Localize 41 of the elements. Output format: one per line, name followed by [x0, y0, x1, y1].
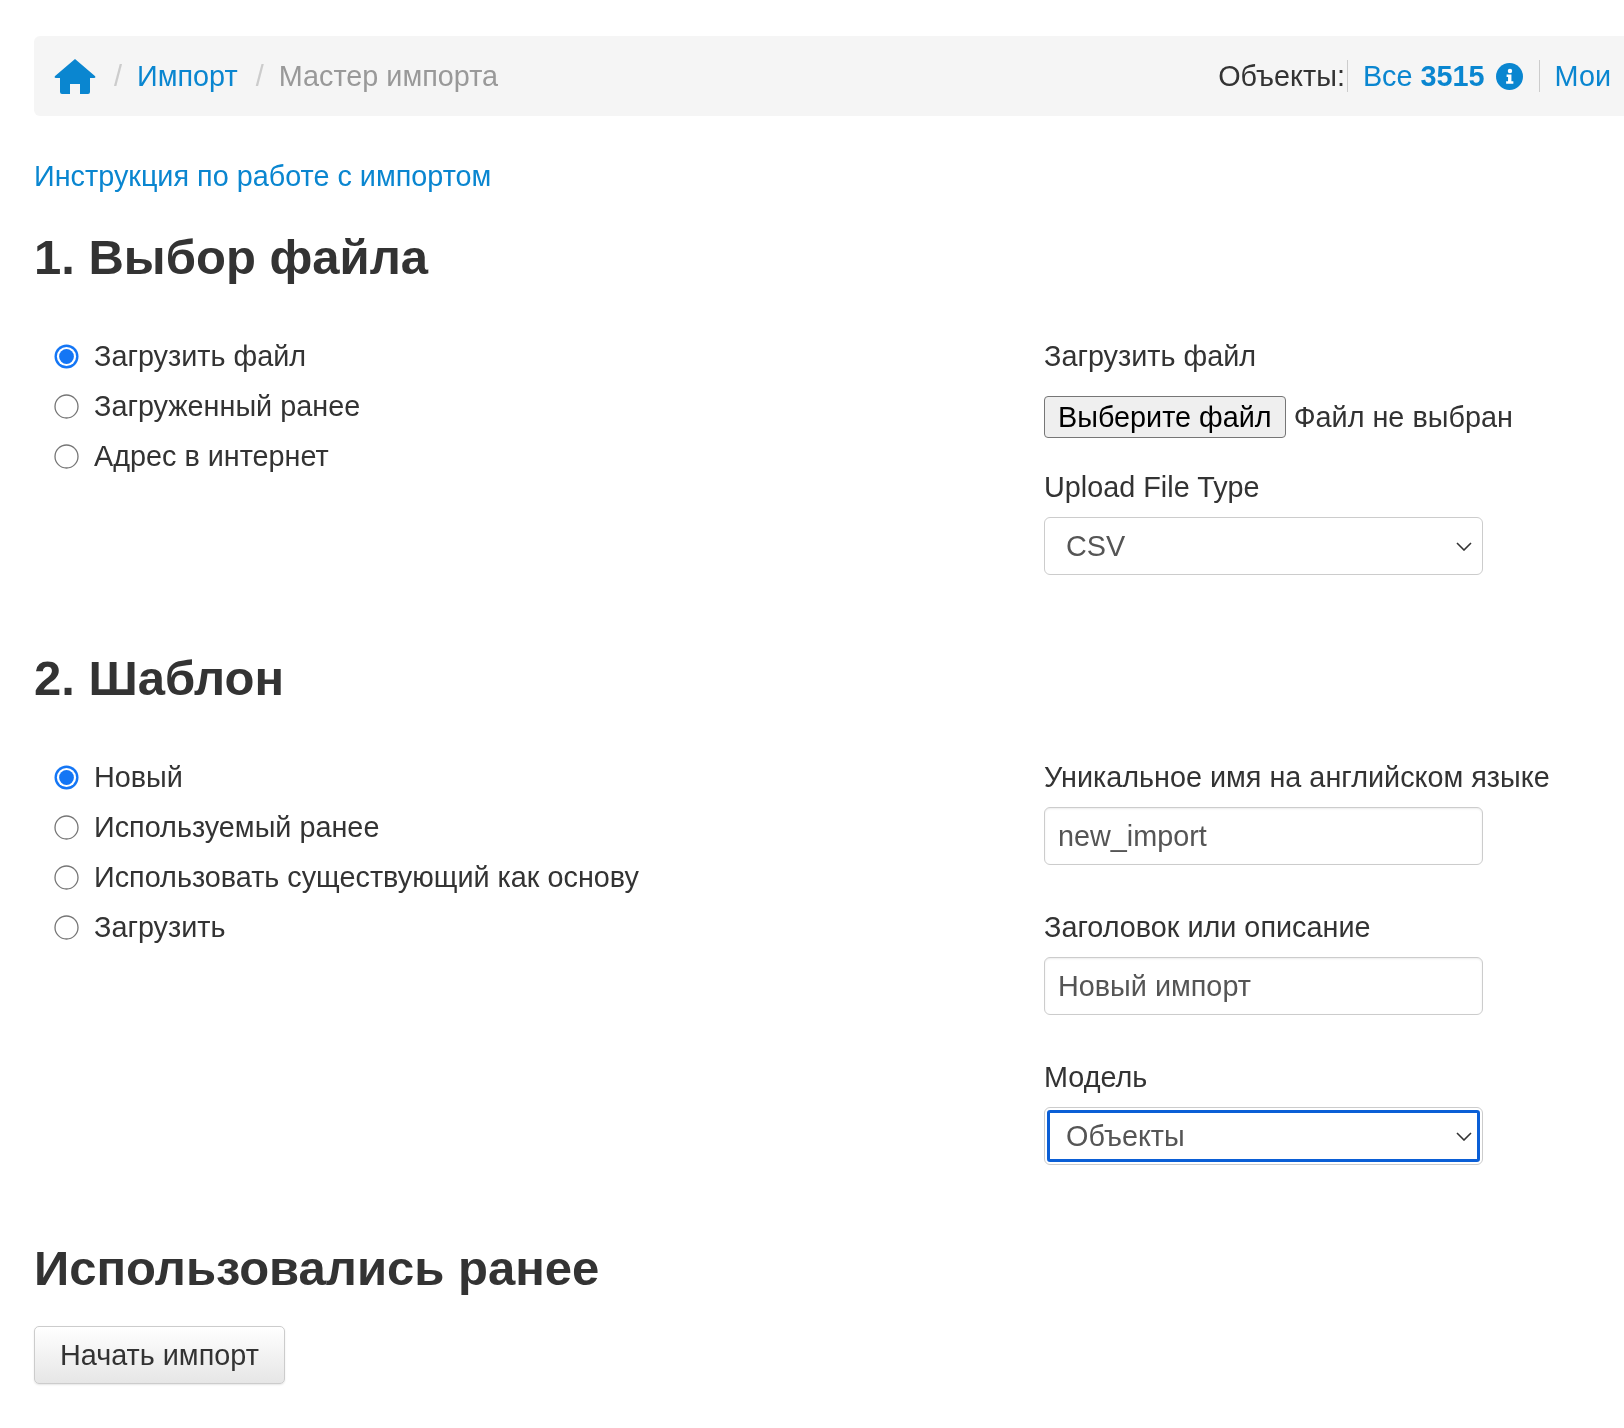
section-heading: 1. Выбор файла	[34, 229, 430, 285]
file-status-text: Файл не выбран	[1293, 400, 1513, 434]
radio-label[interactable]: Загрузить	[94, 911, 226, 943]
field-label: Уникальное имя на английском языке	[1044, 761, 1550, 793]
field-label: Модель	[1044, 1061, 1148, 1093]
dropdown-select[interactable]: Объекты	[1044, 1107, 1483, 1165]
radio-label[interactable]: Загрузить файл	[94, 340, 307, 372]
text-input[interactable]: Новый импорт	[1044, 957, 1483, 1015]
dropdown-select[interactable]: CSV	[1044, 517, 1483, 575]
field-label: Заголовок или описание	[1044, 911, 1371, 943]
breadcrumb-current: Мастер импорта	[278, 59, 499, 93]
section-heading: Использовались ранее	[34, 1240, 601, 1296]
info-icon[interactable]	[1495, 62, 1523, 90]
radio-button[interactable]	[54, 814, 79, 840]
radio-button[interactable]	[54, 443, 79, 469]
objects-label: Объекты:	[1218, 59, 1345, 93]
radio-button[interactable]	[54, 914, 79, 940]
choose-file-button[interactable]: Выберите файл	[1044, 396, 1286, 438]
radio-button[interactable]	[54, 864, 79, 890]
chevron-down-icon	[1456, 1131, 1472, 1141]
breadcrumb-separator: /	[114, 59, 122, 93]
objects-filter-link[interactable]: Все 3515	[1362, 59, 1485, 93]
start-import-button[interactable]: Начать импорт	[34, 1326, 285, 1384]
help-link[interactable]: Инструкция по работе с импортом	[34, 160, 492, 192]
radio-label[interactable]: Адрес в интернет	[94, 440, 329, 472]
radio-button[interactable]	[54, 764, 79, 790]
objects-filter-link[interactable]: Мои	[1554, 59, 1611, 93]
radio-button[interactable]	[54, 393, 79, 419]
radio-label[interactable]: Новый	[94, 761, 183, 793]
section-heading: 2. Шаблон	[34, 650, 286, 706]
radio-label[interactable]: Использовать существующий как основу	[94, 861, 639, 893]
text-input[interactable]: new_import	[1044, 807, 1483, 865]
chevron-down-icon	[1456, 541, 1472, 551]
field-label: Upload File Type	[1044, 471, 1260, 503]
breadcrumb-separator: /	[255, 59, 264, 93]
radio-label[interactable]: Загруженный ранее	[94, 390, 361, 422]
radio-label[interactable]: Используемый ранее	[94, 811, 380, 843]
radio-button[interactable]	[54, 343, 79, 369]
breadcrumb-link[interactable]: Импорт	[137, 59, 238, 93]
home-icon[interactable]	[54, 58, 96, 94]
field-label: Загрузить файл	[1044, 340, 1257, 372]
